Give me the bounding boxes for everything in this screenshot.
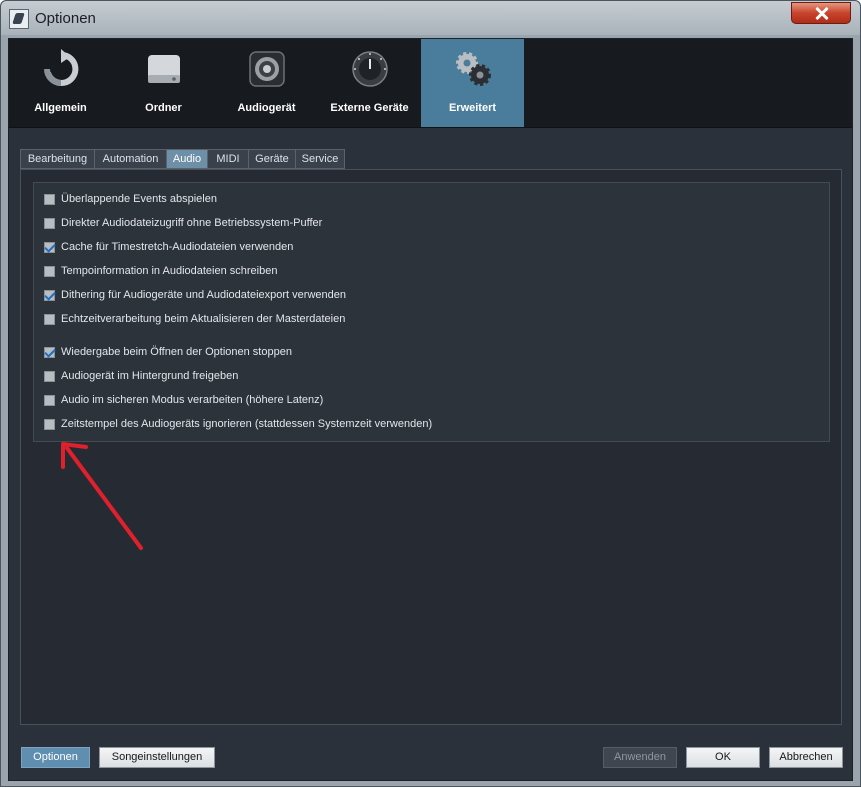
options-dialog: Optionen Allgemein Ordner Audiogerät Ext…: [0, 0, 861, 787]
red-arrow-annotation: [61, 442, 143, 550]
